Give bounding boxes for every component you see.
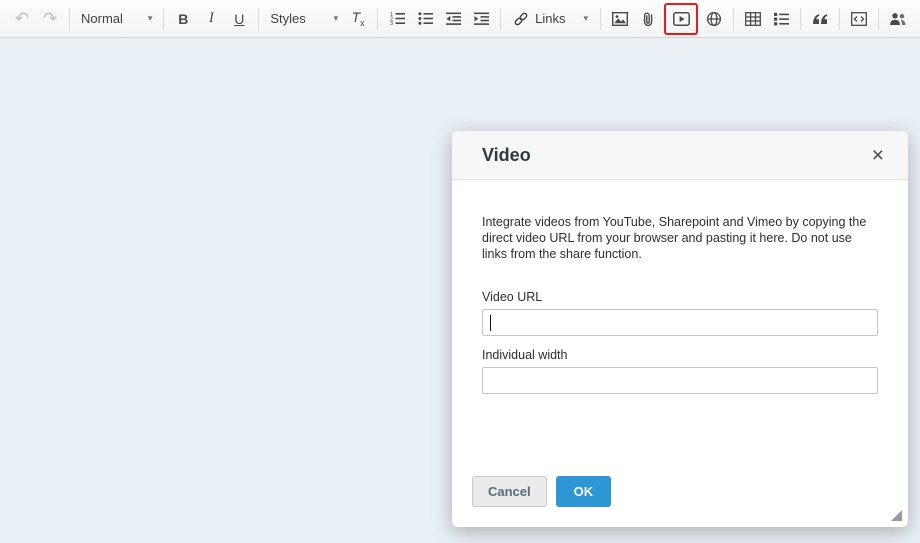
toolbar-separator: [878, 7, 879, 30]
embed-code-icon: [851, 11, 867, 26]
remove-format-icon: Tx: [351, 9, 365, 28]
decrease-indent-button[interactable]: [440, 6, 466, 32]
content-block-button[interactable]: [768, 6, 794, 32]
insert-embed-button[interactable]: [701, 6, 727, 32]
svg-text:3: 3: [390, 21, 393, 26]
globe-icon: [706, 11, 722, 26]
paperclip-icon: [643, 12, 653, 26]
undo-button[interactable]: ↶: [9, 6, 35, 32]
image-icon: [612, 11, 628, 26]
video-dialog-header: Video ×: [452, 131, 908, 180]
undo-icon: ↶: [14, 9, 30, 28]
toolbar-separator: [258, 7, 260, 30]
video-url-label: Video URL: [482, 290, 543, 304]
chevron-down-icon: ▾: [333, 13, 339, 23]
video-dialog-footer: Cancel OK: [472, 476, 612, 507]
styles-dropdown[interactable]: Styles ▾: [264, 6, 344, 32]
insert-table-button[interactable]: [740, 6, 766, 32]
remove-format-button[interactable]: Tx: [345, 6, 371, 32]
italic-button[interactable]: I: [198, 6, 224, 32]
users-icon: [890, 12, 906, 25]
links-dropdown[interactable]: Links ▾: [506, 6, 595, 32]
toolbar-separator: [69, 7, 70, 30]
video-icon: [672, 11, 690, 26]
increase-indent-button[interactable]: [468, 6, 494, 32]
toolbar-separator: [163, 7, 165, 30]
dialog-description: Integrate videos from YouTube, Sharepoin…: [482, 215, 867, 261]
toolbar-separator: [500, 7, 502, 30]
redo-button[interactable]: ↷: [37, 6, 63, 32]
redo-icon: ↷: [42, 9, 58, 28]
video-dialog: Video × Integrate videos from YouTube, S…: [452, 131, 908, 527]
editor-toolbar: ↶ ↷ Normal ▾ B I U Styles ▾ Tx 1 2 3 Lin…: [0, 0, 920, 38]
video-url-input[interactable]: [482, 309, 878, 336]
bulleted-list-button[interactable]: [412, 6, 438, 32]
paragraph-format-dropdown[interactable]: Normal ▾: [75, 6, 158, 32]
toolbar-separator: [839, 7, 840, 30]
ok-button[interactable]: OK: [555, 476, 612, 507]
individual-width-label: Individual width: [482, 348, 568, 362]
close-icon[interactable]: ×: [868, 143, 888, 168]
video-button-highlight: [664, 2, 698, 35]
increase-indent-icon: [473, 12, 489, 25]
decrease-indent-icon: [445, 12, 461, 25]
toolbar-separator: [377, 7, 379, 30]
video-url-field-wrap: [482, 309, 878, 336]
blockquote-button[interactable]: [807, 6, 833, 32]
bulleted-list-icon: [418, 12, 433, 25]
content-block-icon: [773, 12, 789, 25]
numbered-list-button[interactable]: 1 2 3: [384, 6, 410, 32]
insert-video-button[interactable]: [668, 6, 694, 32]
blockquote-icon: [813, 13, 828, 24]
video-dialog-body: Integrate videos from YouTube, Sharepoin…: [452, 180, 908, 394]
individual-width-input[interactable]: [482, 367, 878, 394]
toolbar-separator: [733, 7, 734, 30]
cancel-button[interactable]: Cancel: [472, 476, 547, 507]
chevron-down-icon: ▾: [583, 13, 588, 23]
toolbar-separator: [600, 7, 601, 30]
link-icon: [514, 12, 528, 25]
insert-image-button[interactable]: [607, 6, 633, 32]
attachment-button[interactable]: [635, 6, 661, 32]
styles-value: Styles: [270, 11, 306, 26]
mention-users-button[interactable]: [885, 6, 911, 32]
dialog-resize-handle[interactable]: [891, 510, 902, 521]
chevron-down-icon: ▾: [147, 13, 153, 23]
links-label: Links: [535, 11, 566, 26]
table-icon: [745, 11, 761, 26]
toolbar-separator: [800, 7, 801, 30]
underline-button[interactable]: U: [226, 6, 252, 32]
numbered-list-icon: 1 2 3: [390, 12, 405, 26]
text-caret: [490, 315, 491, 331]
bold-button[interactable]: B: [170, 6, 196, 32]
dialog-title: Video: [482, 144, 531, 165]
paragraph-format-value: Normal: [81, 11, 123, 26]
source-widget-button[interactable]: [846, 6, 872, 32]
individual-width-field-wrap: [482, 367, 878, 394]
